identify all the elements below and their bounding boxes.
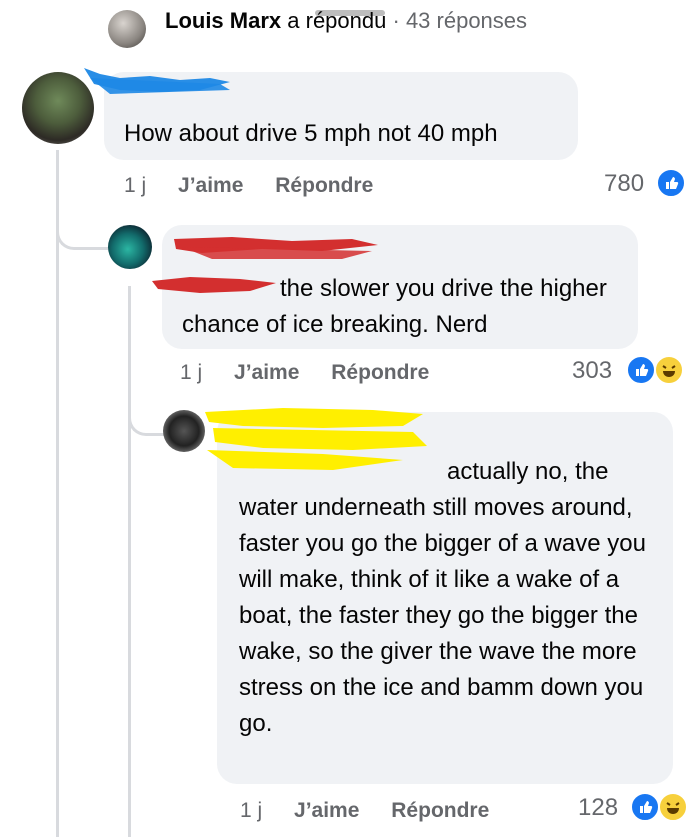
avatar[interactable] [108,10,146,48]
reaction-count[interactable]: 303 [572,357,612,385]
reaction-count[interactable]: 780 [604,170,644,198]
header-separator: · [392,8,400,33]
like-icon [626,355,656,385]
comment-text: actually no, the water underneath still … [239,458,646,737]
comment-bubble: actually no, the water underneath still … [205,408,673,784]
redacted-name [84,68,230,94]
like-button[interactable]: J’aime [234,361,299,384]
like-button[interactable]: J’aime [294,799,359,822]
thread-header[interactable]: Louis Marx a répondu · 43 réponses [165,8,527,34]
reply-connector [56,205,109,250]
comment-bubble: the slower you drive the higher chance o… [152,225,638,349]
like-icon [656,168,686,198]
header-verb: a répondu [287,8,387,33]
reply-connector [128,395,164,436]
redacted-name [174,237,378,259]
reply-button[interactable]: Répondre [391,799,489,822]
like-icon [630,792,660,822]
thread-line [56,150,59,837]
comment-actions: 1 j J’aime Répondre [180,361,455,385]
thread-line [128,286,131,837]
comment-actions: 1 j J’aime Répondre [240,799,515,823]
comment-time[interactable]: 1 j [180,361,202,384]
reaction-count[interactable]: 128 [578,794,618,822]
like-button[interactable]: J’aime [178,174,243,197]
comment-bubble: How about drive 5 mph not 40 mph [84,68,578,160]
avatar[interactable] [163,410,205,452]
comment-text: the slower you drive the higher chance o… [182,275,607,338]
haha-icon [658,792,688,822]
avatar[interactable] [108,225,152,269]
reply-button[interactable]: Répondre [331,361,429,384]
comment-actions: 1 j J’aime Répondre [124,174,399,198]
haha-icon [654,355,684,385]
reply-button[interactable]: Répondre [275,174,373,197]
header-author-name: Louis Marx [165,8,282,33]
header-replies-count: 43 réponses [405,8,528,33]
comment-time[interactable]: 1 j [124,174,146,197]
comment-text: How about drive 5 mph not 40 mph [124,120,498,147]
comment-time[interactable]: 1 j [240,799,262,822]
